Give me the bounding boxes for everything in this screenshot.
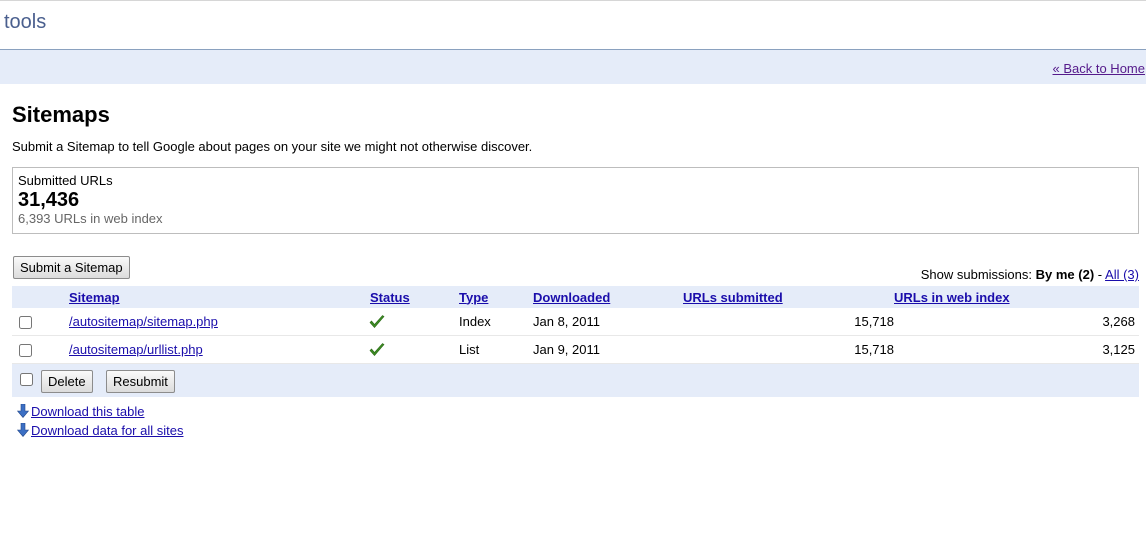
header-select [12,286,69,308]
submitted-urls-label: Submitted URLs [18,173,113,188]
download-table-link[interactable]: Download this table [31,404,144,419]
urls-submitted-value: 15,718 [683,308,894,336]
nav-bar: « Back to Home [0,50,1146,84]
row-checkbox[interactable] [19,344,32,358]
table-row: /autositemap/urllist.php List Jan 9, 201… [12,335,1139,364]
sort-urls-submitted-link[interactable]: URLs submitted [683,290,783,305]
submitted-urls-count: 31,436 [18,189,80,211]
select-all-checkbox[interactable] [20,373,33,386]
bulk-actions-bar: Delete Resubmit [12,364,1139,397]
sort-sitemap-link[interactable]: Sitemap [69,290,120,305]
download-arrow-icon [17,404,29,418]
filter-by-me: By me (2) [1035,267,1095,282]
sitemap-link[interactable]: /autositemap/sitemap.php [69,314,218,329]
sitemaps-table: Sitemap Status Type Downloaded URLs subm… [12,286,1139,364]
indexed-urls-count: 6,393 URLs in web index [18,211,163,226]
submit-sitemap-button[interactable]: Submit a Sitemap [13,256,130,279]
resubmit-button[interactable]: Resubmit [106,370,175,393]
urls-indexed-value: 3,268 [894,308,1139,336]
sort-urls-indexed-link[interactable]: URLs in web index [894,290,1010,305]
filter-all-link[interactable]: All (3) [1105,267,1139,282]
show-submissions-label: Show submissions: [920,267,1033,282]
urls-submitted-value: 15,718 [683,335,894,364]
page-title: Sitemaps [12,102,110,127]
status-ok-check-icon [369,315,385,329]
download-all-sites-link[interactable]: Download data for all sites [31,423,183,438]
sitemap-type: List [459,335,533,364]
page-subtitle: Submit a Sitemap to tell Google about pa… [12,139,533,154]
sitemap-link[interactable]: /autositemap/urllist.php [69,342,203,357]
header: tools [0,0,1146,50]
filter-separator: - [1097,267,1103,282]
sitemap-type: Index [459,308,533,336]
app-title: tools [4,11,47,33]
table-header-row: Sitemap Status Type Downloaded URLs subm… [12,286,1139,308]
submitted-urls-summary: Submitted URLs 31,436 6,393 URLs in web … [12,167,1139,234]
status-ok-check-icon [369,343,385,357]
delete-button[interactable]: Delete [41,370,93,393]
sort-downloaded-link[interactable]: Downloaded [533,290,610,305]
downloaded-date: Jan 8, 2011 [533,308,683,336]
urls-indexed-value: 3,125 [894,335,1139,364]
show-submissions-filter: Show submissions: By me (2) - All (3) [921,267,1139,282]
row-checkbox[interactable] [19,316,32,330]
back-to-home-link[interactable]: « Back to Home [1053,61,1146,76]
download-table-item: Download this table [17,404,144,419]
download-arrow-icon [17,423,29,437]
sort-type-link[interactable]: Type [459,290,488,305]
table-row: /autositemap/sitemap.php Index Jan 8, 20… [12,308,1139,336]
sort-status-link[interactable]: Status [370,290,410,305]
download-all-sites-item: Download data for all sites [17,423,183,438]
downloaded-date: Jan 9, 2011 [533,335,683,364]
